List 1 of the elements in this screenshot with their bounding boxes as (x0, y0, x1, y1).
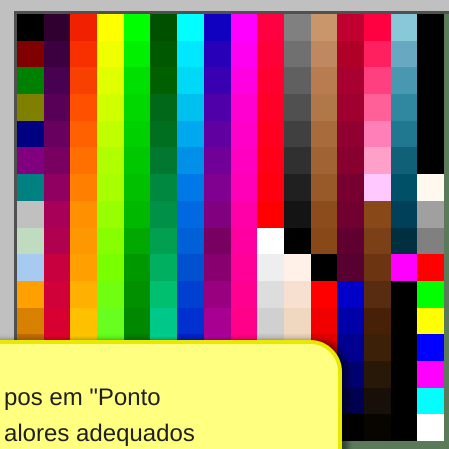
tooltip-text: pos em "Ponto alores adequados (4, 383, 196, 449)
